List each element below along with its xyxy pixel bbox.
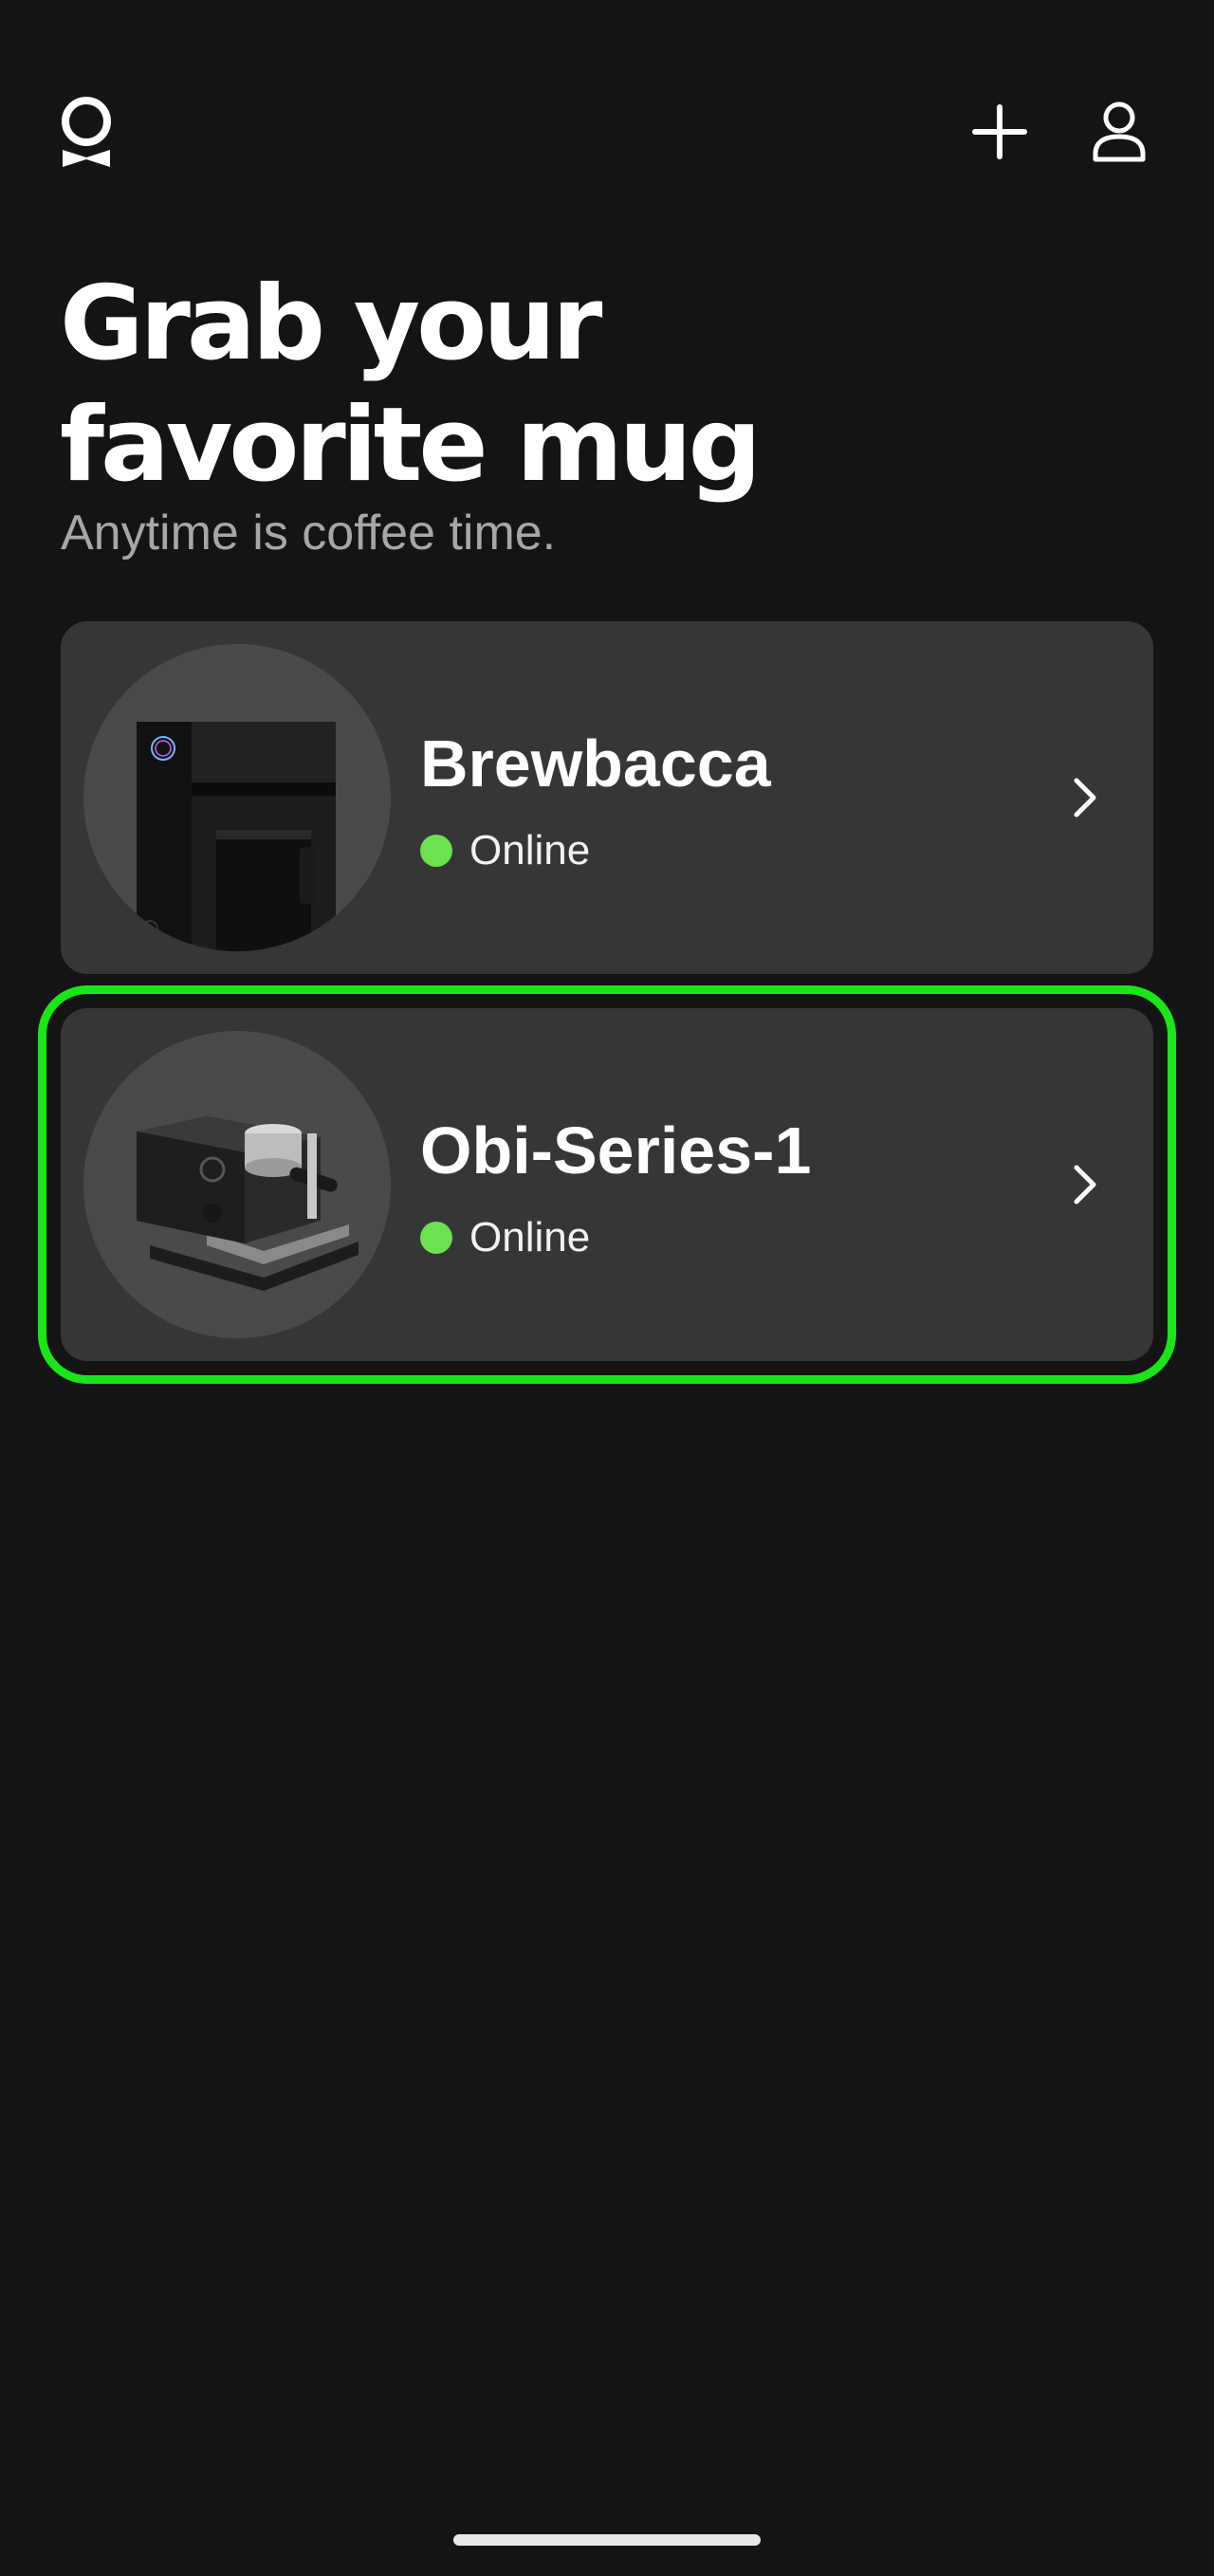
device-name: Brewbacca [420,727,771,800]
device-status: Online [420,1213,590,1262]
profile-button[interactable] [1086,99,1152,165]
device-name: Obi-Series-1 [420,1113,812,1187]
ohm-logo-icon [57,95,116,171]
plus-icon [972,104,1027,159]
status-online-dot [420,1222,452,1254]
device-status-text: Online [469,827,591,874]
espresso-machine-icon [83,1031,391,1338]
add-device-button[interactable] [966,99,1033,165]
page-title-line-2: favorite mug [60,386,762,505]
device-card-obi-series-1[interactable]: Obi-Series-1 Online [38,985,1176,1384]
device-status-text: Online [469,1214,591,1260]
page-title-line-1: Grab your [60,265,602,383]
chevron-right-icon [1055,767,1115,828]
device-status: Online [420,826,590,875]
page-title: Grab your favorite mug [60,264,913,506]
top-bar [0,0,1214,209]
person-icon [1093,101,1146,162]
device-list: Brewbacca Online Obi-Series-1 Online [38,621,1176,1395]
device-card-brewbacca[interactable]: Brewbacca Online [61,621,1153,974]
status-online-dot [420,835,452,867]
drip-coffee-machine-icon [83,644,391,951]
page-subtitle: Anytime is coffee time. [61,506,557,561]
chevron-right-icon [1055,1154,1115,1215]
home-indicator[interactable] [453,2534,761,2546]
